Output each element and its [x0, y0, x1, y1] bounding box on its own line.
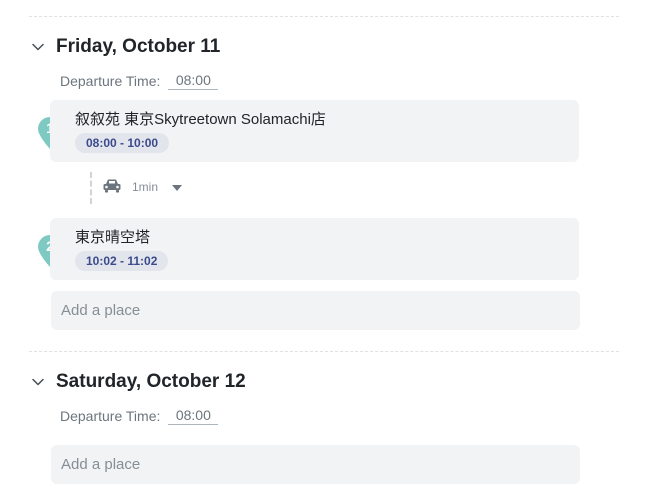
chevron-down-icon[interactable]: [30, 374, 46, 390]
departure-time-input[interactable]: [168, 407, 219, 425]
time-range-badge: 10:02 - 11:02: [75, 251, 169, 271]
departure-time-label: Departure Time:: [60, 73, 161, 89]
chevron-down-icon[interactable]: [30, 39, 46, 55]
place-name: 東京晴空塔: [75, 229, 151, 246]
day-divider: [29, 16, 619, 17]
transit-duration: 1min: [132, 180, 159, 194]
caret-down-icon[interactable]: [172, 180, 183, 194]
day-divider: [29, 351, 619, 352]
departure-time-label: Departure Time:: [60, 408, 161, 424]
departure-time-row: Departure Time:: [60, 72, 219, 90]
transit-selector[interactable]: 1min: [102, 178, 183, 196]
day-title: Friday, October 11: [56, 36, 221, 57]
departure-time-row: Departure Time:: [60, 407, 219, 425]
day-header-friday: Friday, October 11: [30, 36, 220, 58]
add-place-input[interactable]: Add a place: [51, 291, 580, 330]
time-range-badge: 08:00 - 10:00: [75, 133, 170, 153]
day-header-saturday: Saturday, October 12: [30, 371, 246, 393]
place-name: 叙叙苑 東京Skytreetown Solamachi店: [75, 111, 326, 128]
day-title: Saturday, October 12: [56, 371, 246, 392]
add-place-placeholder: Add a place: [61, 456, 141, 473]
route-connector: [90, 172, 92, 204]
add-place-input[interactable]: Add a place: [51, 445, 580, 484]
place-card[interactable]: 東京晴空塔 10:02 - 11:02: [50, 218, 579, 280]
add-place-placeholder: Add a place: [61, 302, 141, 319]
place-card[interactable]: 叙叙苑 東京Skytreetown Solamachi店 08:00 - 10:…: [50, 100, 579, 162]
car-icon: [102, 178, 122, 196]
departure-time-input[interactable]: [168, 72, 219, 90]
